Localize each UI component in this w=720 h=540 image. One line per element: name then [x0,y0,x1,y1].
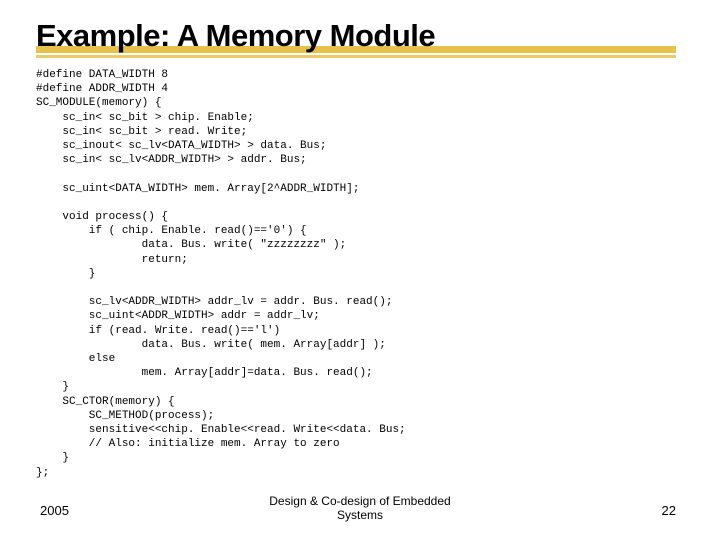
code-block: #define DATA_WIDTH 8 #define ADDR_WIDTH … [36,68,684,480]
slide: Example: A Memory Module #define DATA_WI… [0,0,720,540]
title-block: Example: A Memory Module [36,18,684,54]
footer-page-number: 22 [662,503,676,518]
footer-line1: Design & Co-design of Embedded [269,494,450,508]
footer-year: 2005 [40,503,69,518]
footer-line2: Systems [337,508,383,522]
footer-course: Design & Co-design of Embedded Systems [200,494,520,522]
slide-title: Example: A Memory Module [36,18,684,54]
